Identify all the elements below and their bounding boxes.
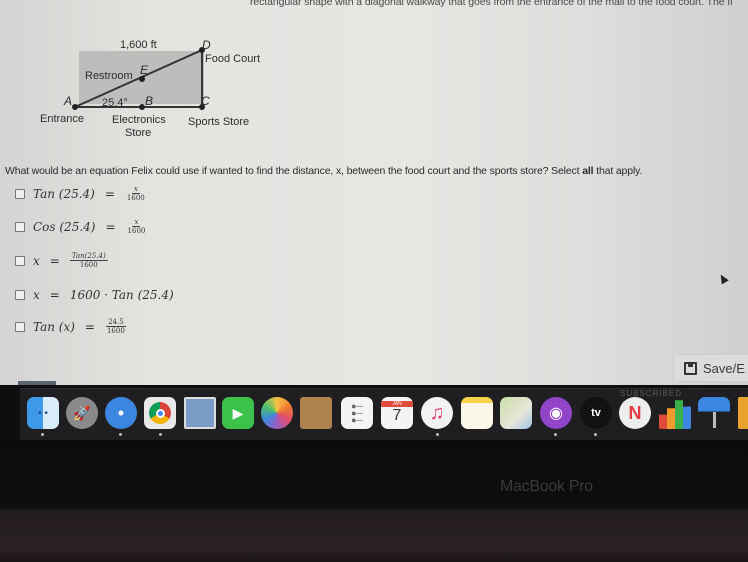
option-5-checkbox[interactable] xyxy=(15,321,25,332)
running-indicator xyxy=(554,433,557,436)
option-3-denominator: 1600 xyxy=(79,261,98,269)
answer-option-5[interactable]: Tan (x) = 24.5 1600 xyxy=(15,318,127,335)
option-5-fraction: 24.5 1600 xyxy=(105,318,127,335)
news-icon[interactable]: N xyxy=(619,397,651,429)
mouse-pointer-icon xyxy=(717,272,729,285)
option-1-equals: = xyxy=(104,186,115,201)
option-4-rhs: 1600 · Tan (25.4) xyxy=(69,288,174,302)
running-indicator xyxy=(594,433,597,436)
save-exit-label: Save/E xyxy=(703,360,745,376)
option-5-lhs: Tan (x) xyxy=(33,319,75,334)
option-3-lhs: x xyxy=(33,253,40,268)
running-indicator xyxy=(119,433,122,436)
apple-tv-icon[interactable]: tv xyxy=(580,397,612,429)
option-3-numerator: Tan(25.4) xyxy=(69,252,108,261)
answer-option-4[interactable]: x = 1600 · Tan (25.4) xyxy=(15,288,174,302)
running-indicator xyxy=(41,433,44,436)
option-3-fraction: Tan(25.4) 1600 xyxy=(69,252,108,269)
point-c-letter: C xyxy=(201,94,210,108)
option-3-equals: = xyxy=(49,253,60,268)
problem-text-fragment: rectangular shape with a diagonal walkwa… xyxy=(250,0,733,8)
diagram-drawing xyxy=(72,47,205,110)
option-2-lhs: Cos (25.4) xyxy=(33,219,96,234)
podcast-icon[interactable]: ◉ xyxy=(540,397,572,429)
browser-page: rectangular shape with a diagonal walkwa… xyxy=(0,0,748,385)
bezel-brand-label: MacBook Pro xyxy=(500,478,593,495)
width-label: 1,600 ft xyxy=(120,39,157,51)
question-text: What would be an equation Felix could us… xyxy=(5,165,642,177)
option-2-fraction: x 1600 xyxy=(126,218,148,235)
calendar-icon[interactable]: JAN 7 xyxy=(381,397,413,429)
point-a-letter: A xyxy=(64,94,73,108)
question-emphasis: all xyxy=(582,165,594,177)
point-e-name: Restroom xyxy=(85,70,133,82)
point-e-letter: E xyxy=(140,63,149,77)
finder-icon[interactable]: • • xyxy=(27,397,59,429)
point-d-name: Food Court xyxy=(205,53,261,65)
save-exit-button[interactable]: Save/E xyxy=(673,354,748,382)
option-5-numerator: 24.5 xyxy=(106,318,126,327)
music-note-icon[interactable]: ♫ xyxy=(421,397,453,429)
angle-label: 25.4° xyxy=(102,97,128,109)
answer-option-1[interactable]: Tan (25.4) = x 1600 xyxy=(15,185,147,202)
eagle-stamp-icon[interactable] xyxy=(184,397,216,429)
option-1-denominator: 1600 xyxy=(126,194,145,202)
floppy-disk-icon xyxy=(684,361,697,375)
flower-icon[interactable] xyxy=(261,397,293,429)
map-icon[interactable] xyxy=(500,397,532,429)
option-1-fraction: x 1600 xyxy=(125,185,147,202)
point-a xyxy=(72,104,78,110)
chrome-icon[interactable] xyxy=(144,397,176,429)
option-1-checkbox[interactable] xyxy=(15,188,25,199)
video-camera-icon[interactable]: ▶ xyxy=(222,397,254,429)
point-b-letter: B xyxy=(145,94,154,108)
point-b-name-line1: Electronics xyxy=(112,114,166,126)
window-strip xyxy=(18,381,56,385)
option-4-equals: = xyxy=(49,288,60,302)
partial-app-icon[interactable] xyxy=(738,397,748,429)
option-5-equals: = xyxy=(84,319,95,334)
point-a-name: Entrance xyxy=(40,113,85,125)
option-4-lhs: x xyxy=(33,288,40,302)
option-1-numerator: x xyxy=(131,185,140,194)
notepad-icon[interactable] xyxy=(461,397,493,429)
running-indicator xyxy=(159,433,162,436)
answer-option-3[interactable]: x = Tan(25.4) 1600 xyxy=(15,252,108,269)
question-text-main: What would be an equation Felix could us… xyxy=(5,165,583,177)
option-1-lhs: Tan (25.4) xyxy=(33,186,95,201)
mall-diagram: 1,600 ft D Food Court Restroom E A 25.4°… xyxy=(30,34,290,146)
list-icon[interactable]: ●─ ●─ ●─ xyxy=(341,397,373,429)
point-c-name: Sports Store xyxy=(188,116,250,128)
rocket-icon[interactable]: 🚀 xyxy=(66,397,98,429)
point-b-name-line2: Store xyxy=(125,127,152,139)
option-2-denominator: 1600 xyxy=(127,227,146,235)
subscribe-overlay-text: SUBSCRIBED xyxy=(620,389,683,398)
question-text-end: that apply. xyxy=(593,165,643,177)
point-d-letter: D xyxy=(202,38,211,52)
option-5-denominator: 1600 xyxy=(106,327,125,335)
answer-option-2[interactable]: Cos (25.4) = x 1600 xyxy=(15,218,147,235)
option-2-numerator: x xyxy=(132,218,141,227)
option-2-equals: = xyxy=(105,219,116,234)
address-book-icon[interactable] xyxy=(300,397,332,429)
laptop-bezel xyxy=(0,440,748,562)
option-3-checkbox[interactable] xyxy=(15,255,25,266)
compass-icon[interactable] xyxy=(105,397,137,429)
podium-icon[interactable] xyxy=(698,397,730,429)
option-4-checkbox[interactable] xyxy=(15,290,25,300)
running-indicator xyxy=(436,433,439,436)
option-2-checkbox[interactable] xyxy=(15,221,25,232)
